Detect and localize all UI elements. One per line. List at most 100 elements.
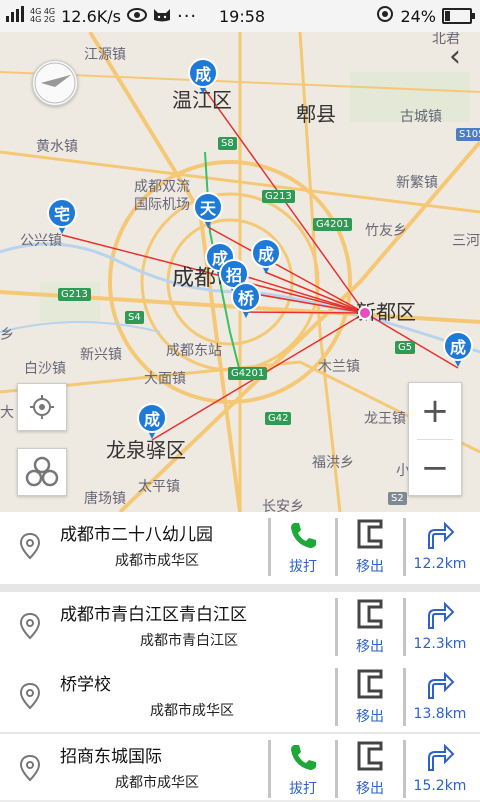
phone-icon [291,523,316,548]
map-label-huangshui: 黄水镇 [36,139,78,155]
navigate-icon [428,743,455,771]
item-district: 成都市成华区 [150,703,234,719]
map-label-da: 大 [0,405,14,421]
map-marker-icon [19,754,41,782]
compass-icon[interactable] [32,60,78,106]
exit-button[interactable]: 移出 [338,598,402,660]
distance-label: 12.3km [413,636,467,652]
layers-button[interactable] [17,448,67,496]
origin-marker [358,306,372,320]
zoom-out-icon[interactable]: − [409,440,461,496]
list-item[interactable]: 成都市二十八幼儿园 成都市成华区 拔打 移出 12.2km [0,512,480,584]
item-district: 成都市成华区 [115,775,199,791]
map-view[interactable]: S8 G213 G4201 G213 S4 G4201 G42 G5 S105 … [0,32,480,512]
call-label: 拔打 [289,559,317,575]
map-label-guwei: 古城镇 [400,109,442,125]
road-badge-g213-west: G213 [58,288,91,301]
map-label-zhuyou: 竹友乡 [365,223,407,239]
item-district: 成都市成华区 [115,553,199,569]
battery-fill [445,11,450,21]
map-marker-icon [19,682,41,710]
list-item[interactable]: 招商东城国际 成都市成华区 拔打 移出 15.2km [0,734,480,800]
map-pin-longquanyi[interactable]: 成 [137,403,167,441]
map-pin-tian[interactable]: 天 [193,192,223,230]
signal-icon [6,6,24,26]
back-icon[interactable]: ‹ [440,42,470,74]
map-label-shuangliu: 成都双流 [134,179,190,195]
exit-label: 移出 [356,709,384,725]
map-label-tangchang: 唐场镇 [84,491,126,507]
list-item[interactable]: 成都市青白江区青白江区 成都市青白江区 移出 12.3km [0,592,480,662]
road-badge-s8: S8 [218,137,237,150]
exit-label: 移出 [356,559,384,575]
cat-icon [153,6,171,26]
road-badge-g5: G5 [395,341,416,354]
status-bar: 4G 4G 4G 2G 12.6K/s ··· 19:58 24% [0,0,480,32]
road-badge-s2: S2 [388,492,407,505]
navigate-button[interactable]: 12.3km [408,598,472,660]
distance-label: 13.8km [413,706,467,722]
item-title: 招商东城国际 [60,747,162,767]
exit-button[interactable]: 移出 [338,668,402,730]
map-pin-qingbaijiang[interactable]: 成 [251,238,281,276]
list-item[interactable]: 桥学校 成都市成华区 移出 13.8km [0,662,480,732]
network-type: 4G 4G 4G 2G [30,8,55,24]
road-badge-s4: S4 [125,311,144,324]
map-label-damian: 大面镇 [144,371,186,387]
map-marker-icon [19,532,41,560]
map-pin-wenjiang[interactable]: 成 [188,58,218,96]
map-label-pixian: 郫县 [296,102,336,126]
item-district: 成都市青白江区 [140,633,238,649]
exit-icon [357,741,383,771]
map-label-xinxing: 新兴镇 [80,347,122,363]
result-list: 成都市二十八幼儿园 成都市成华区 拔打 移出 12.2km 成都市青白江区青白江… [0,512,480,800]
navigate-button[interactable]: 12.2km [408,518,472,580]
exit-button[interactable]: 移出 [338,518,402,580]
road-badge-g213: G213 [262,190,295,203]
more-icon: ··· [176,5,198,27]
map-label-xiang: 乡 [0,327,14,343]
exit-button[interactable]: 移出 [338,740,402,802]
battery-icon [442,8,475,24]
road-badge-g4201-south: G4201 [228,367,268,380]
map-label-xinfan: 新繁镇 [396,175,438,191]
map-label-sanhe: 三河镇 [452,233,480,249]
locate-icon [30,395,54,419]
zoom-in-icon[interactable]: + [409,383,461,439]
map-pin-school[interactable]: 桥 [231,282,261,320]
navigate-button[interactable]: 15.2km [408,740,472,802]
distance-label: 12.2km [413,556,467,572]
item-title: 成都市二十八幼儿园 [60,525,213,545]
exit-icon [357,669,383,699]
exit-icon [357,519,383,549]
map-label-taiping: 太平镇 [138,479,180,495]
map-pin-zhai[interactable]: 宅 [47,198,77,236]
map-label-longwang: 龙王镇 [364,411,406,427]
map-label-mulan: 木兰镇 [318,359,360,375]
battery-percent: 24% [400,6,436,26]
map-marker-icon [19,612,41,640]
navigate-icon [428,601,455,629]
distance-label: 15.2km [413,778,467,794]
map-label-baisha: 白沙镇 [24,361,66,377]
map-pin-east[interactable]: 成 [443,331,473,369]
road-badge-s105: S105 [456,128,480,141]
phone-icon [291,745,316,770]
road-badge-g42: G42 [265,412,292,425]
navigate-button[interactable]: 13.8km [408,668,472,730]
clock: 19:58 [219,7,266,26]
call-label: 拔打 [289,781,317,797]
locate-button[interactable] [17,383,67,431]
network-type-bottom: 4G 2G [30,15,56,24]
road-badge-g4201: G4201 [313,218,353,231]
layers-icon [25,456,59,487]
item-title: 桥学校 [60,675,111,695]
eye-icon [126,7,147,26]
navigate-icon [428,521,455,549]
navigate-icon [428,671,455,699]
call-button[interactable]: 拔打 [271,518,335,580]
call-button[interactable]: 拔打 [271,740,335,802]
map-label-fuhong: 福洪乡 [312,455,354,471]
location-status-icon [376,5,394,27]
exit-icon [357,599,383,629]
